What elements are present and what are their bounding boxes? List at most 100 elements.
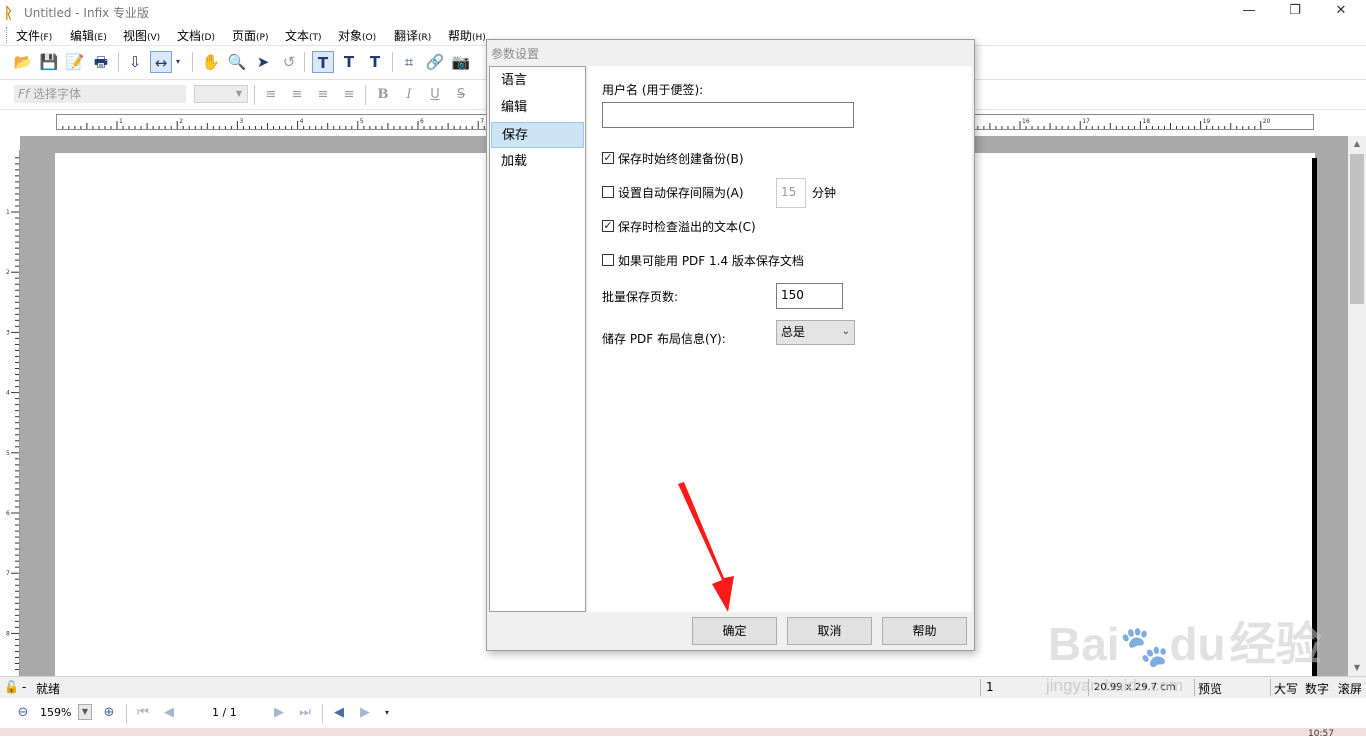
camera-icon[interactable]: 📷 <box>450 51 472 73</box>
underline-button[interactable]: U <box>425 85 445 105</box>
status-dash: - <box>22 680 27 694</box>
strikethrough-button[interactable]: S <box>451 85 471 105</box>
import-page-icon[interactable]: ⇩ <box>124 51 146 73</box>
overflow-checkbox[interactable]: ✓ <box>602 220 614 232</box>
layout-select[interactable]: 总是 ⌄ <box>776 320 855 345</box>
pdf14-label: 如果可能用 PDF 1.4 版本保存文档 <box>618 254 804 268</box>
backup-checkbox[interactable]: ✓ <box>602 152 614 164</box>
align-center-icon[interactable]: ≡ <box>287 85 307 105</box>
layout-label: 储存 PDF 布局信息(Y): <box>602 332 726 346</box>
italic-button[interactable]: I <box>399 85 419 105</box>
back-view-icon[interactable]: ◀ <box>330 704 348 722</box>
menu-page[interactable]: 页面(P) <box>232 27 268 44</box>
baidu-watermark: Bai🐾du经验 jingyan.baidu.com <box>1046 618 1322 695</box>
hand-tool-icon[interactable]: ✋ <box>200 51 222 73</box>
taskbar-clock: 10:57 <box>1308 729 1334 739</box>
fit-width-icon[interactable]: ↔ <box>150 51 172 73</box>
menu-edit[interactable]: 编辑(E) <box>70 27 107 44</box>
ruler-label: 3 <box>6 329 10 336</box>
save-icon[interactable]: 💾 <box>38 51 60 73</box>
title-bar: ᚱ Untitled - Infix 专业版 — ❐ ✕ <box>0 0 1366 24</box>
zoom-select[interactable]: 159% ▼ <box>36 704 94 722</box>
ruler-label: 17 <box>1082 118 1090 125</box>
autosave-unit: 分钟 <box>812 186 837 200</box>
batch-pages-field[interactable]: 150 <box>776 283 843 309</box>
help-button[interactable]: 帮助 <box>882 617 967 645</box>
zoom-icon[interactable]: 🔍 <box>226 51 248 73</box>
autosave-label: 设置自动保存间隔为(A) <box>618 186 744 200</box>
pdf14-checkbox[interactable] <box>602 254 614 266</box>
ruler-label: 5 <box>6 450 10 457</box>
ruler-label: 4 <box>6 390 10 397</box>
zoom-value: 159% <box>40 706 72 719</box>
align-left-icon[interactable]: ≡ <box>261 85 281 105</box>
text-frame-icon[interactable]: T <box>338 51 360 73</box>
menu-view[interactable]: 视图(V) <box>123 27 160 44</box>
bold-button[interactable]: B <box>373 85 393 105</box>
forward-view-icon[interactable]: ▶ <box>356 704 374 722</box>
backup-label: 保存时始终创建备份(B) <box>618 152 744 166</box>
autosave-checkbox[interactable] <box>602 186 614 198</box>
crop-icon[interactable]: ⌗ <box>398 51 420 73</box>
prev-page-icon[interactable]: ◀ <box>160 704 178 722</box>
next-page-icon[interactable]: ▶ <box>270 704 288 722</box>
menubar-grip <box>6 27 8 43</box>
chevron-down-icon: ▼ <box>78 704 92 720</box>
font-select[interactable]: Ff 选择字体 <box>14 85 186 103</box>
ruler-label: 2 <box>6 269 10 276</box>
zoom-in-icon[interactable]: ⊕ <box>100 704 118 722</box>
dropdown-arrow-icon[interactable]: ▾ <box>173 51 183 73</box>
minimize-button[interactable]: — <box>1226 0 1272 24</box>
ruler-label: 4 <box>300 118 304 125</box>
category-load[interactable]: 加载 <box>491 149 584 175</box>
dropdown-arrow-icon[interactable]: ▾ <box>378 704 396 722</box>
category-save[interactable]: 保存 <box>491 122 584 148</box>
close-button[interactable]: ✕ <box>1318 0 1364 24</box>
rotate-icon[interactable]: ↺ <box>278 51 300 73</box>
toolbar-separator <box>118 52 119 72</box>
save-settings-panel: 用户名 (用于便签): ✓ 保存时始终创建备份(B) 设置自动保存间隔为(A) … <box>588 66 972 612</box>
status-text: 就绪 <box>36 682 61 696</box>
window-title: Untitled - Infix 专业版 <box>24 6 150 20</box>
text-number-icon[interactable]: T <box>364 51 386 73</box>
page-indicator: 1 / 1 <box>212 706 237 719</box>
font-icon: Ff <box>18 87 33 101</box>
first-page-icon[interactable]: ⏮ <box>134 704 152 722</box>
category-language[interactable]: 语言 <box>491 68 584 94</box>
category-edit[interactable]: 编辑 <box>491 95 584 121</box>
menu-document[interactable]: 文档(D) <box>177 27 215 44</box>
menu-text[interactable]: 文本(T) <box>285 27 322 44</box>
ruler-label: 7 <box>480 118 484 125</box>
menu-translate[interactable]: 翻译(R) <box>394 27 431 44</box>
cancel-button[interactable]: 取消 <box>787 617 872 645</box>
preferences-category-list: 语言 编辑 保存 加载 <box>489 66 586 612</box>
autosave-interval-field[interactable]: 15 <box>776 178 806 208</box>
ruler-label: 16 <box>1022 118 1030 125</box>
align-justify-icon[interactable]: ≡ <box>339 85 359 105</box>
font-size-select[interactable]: ▼ <box>194 85 248 103</box>
last-page-icon[interactable]: ⏭ <box>296 704 314 722</box>
select-arrow-icon[interactable]: ➤ <box>252 51 274 73</box>
menu-file[interactable]: 文件(F) <box>16 27 52 44</box>
chevron-down-icon: ▼ <box>235 89 243 98</box>
open-folder-icon[interactable]: 📂 <box>12 51 34 73</box>
menu-object[interactable]: 对象(O) <box>338 27 376 44</box>
text-tool-icon[interactable]: T <box>312 51 334 73</box>
ok-button[interactable]: 确定 <box>692 617 777 645</box>
menu-help[interactable]: 帮助(H) <box>448 27 486 44</box>
zoom-out-icon[interactable]: ⊖ <box>14 704 32 722</box>
username-label: 用户名 (用于便签): <box>602 83 704 97</box>
overflow-label: 保存时检查溢出的文本(C) <box>618 220 756 234</box>
ruler-label: 2 <box>179 118 183 125</box>
layout-select-value: 总是 <box>781 325 806 339</box>
scrollbar-thumb[interactable] <box>1350 154 1364 304</box>
scroll-up-icon[interactable]: ▲ <box>1348 136 1366 152</box>
dialog-title: 参数设置 <box>491 47 540 61</box>
link-icon[interactable]: 🔗 <box>424 51 446 73</box>
restore-button[interactable]: ❐ <box>1272 0 1318 24</box>
ruler-label: 1 <box>119 118 123 125</box>
align-right-icon[interactable]: ≡ <box>313 85 333 105</box>
print-icon[interactable]: 🖶 <box>90 51 112 73</box>
save-as-icon[interactable]: 📝 <box>64 51 86 73</box>
username-field[interactable] <box>602 102 854 128</box>
